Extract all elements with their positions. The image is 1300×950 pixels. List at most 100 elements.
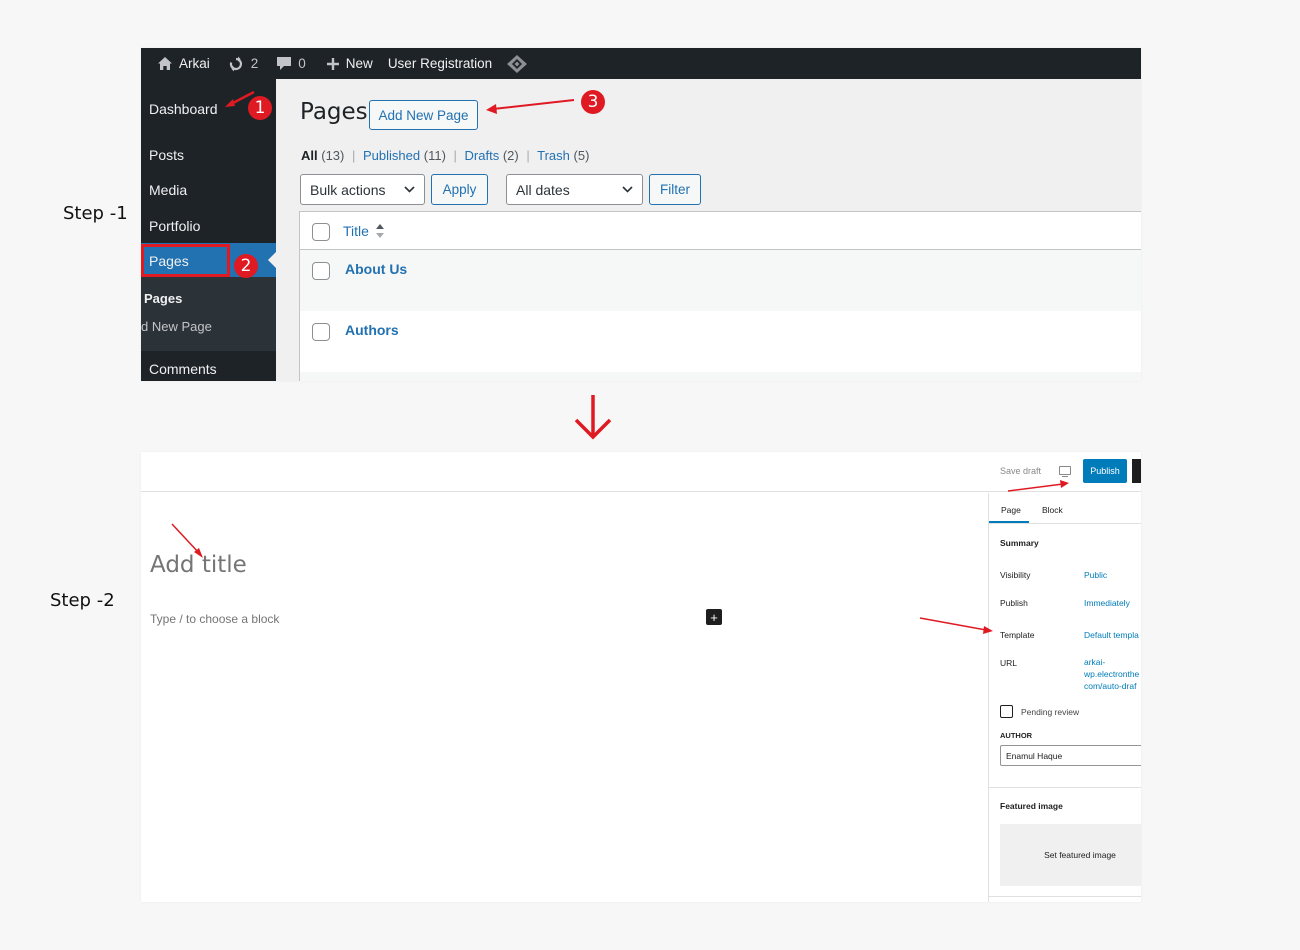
dates-value: All dates bbox=[516, 181, 570, 198]
site-name: Arkai bbox=[179, 56, 210, 71]
step-badge-2: 2 bbox=[234, 254, 258, 278]
filter-all[interactable]: All bbox=[301, 148, 318, 163]
filter-all-count: (13) bbox=[321, 148, 345, 163]
title-column-header[interactable]: Title bbox=[343, 223, 369, 239]
sidebar-item-media[interactable]: Media bbox=[149, 182, 187, 198]
author-label: AUTHOR bbox=[1000, 731, 1033, 740]
title-field[interactable]: Add title bbox=[150, 552, 247, 578]
filter-separator: | bbox=[526, 148, 530, 163]
summary-heading[interactable]: Summary bbox=[1000, 538, 1039, 548]
settings-toggle-button[interactable] bbox=[1132, 459, 1141, 483]
url-line: wp.electronthe bbox=[1084, 669, 1140, 679]
editor-toolbar: Save draft Publish bbox=[141, 452, 1141, 492]
filter-trash-count: (5) bbox=[573, 148, 590, 163]
tab-block[interactable]: Block bbox=[1042, 505, 1063, 515]
user-registration-link[interactable]: User Registration bbox=[388, 56, 492, 71]
set-featured-image-button[interactable]: Set featured image bbox=[1000, 824, 1141, 886]
admin-sidebar: Dashboard Posts Media Portfolio Pages Pa… bbox=[141, 79, 276, 381]
filter-published[interactable]: Published bbox=[363, 148, 420, 163]
admin-bar: Arkai 2 0 New User Registration bbox=[141, 48, 1141, 79]
step-1-screenshot: Arkai 2 0 New User Registration Dashboar… bbox=[141, 48, 1141, 381]
apply-button[interactable]: Apply bbox=[431, 174, 488, 205]
url-line: arkai- bbox=[1084, 657, 1106, 667]
pages-submenu: Pages d New Page bbox=[141, 277, 276, 351]
page-title: Pages bbox=[300, 99, 368, 125]
filter-separator: | bbox=[352, 148, 356, 163]
filter-button[interactable]: Filter bbox=[649, 174, 701, 205]
preview-icon[interactable] bbox=[1059, 466, 1071, 477]
bulk-actions-select[interactable]: Bulk actions bbox=[300, 174, 425, 205]
sidebar-item-portfolio[interactable]: Portfolio bbox=[149, 218, 200, 234]
submenu-item-add-new[interactable]: d New Page bbox=[141, 319, 212, 334]
table-row bbox=[300, 372, 1141, 381]
add-block-button[interactable]: + bbox=[706, 609, 722, 625]
diamond-icon bbox=[507, 54, 528, 73]
step-badge-1: 1 bbox=[248, 96, 272, 120]
filter-published-count: (11) bbox=[423, 148, 446, 163]
pages-table: Title About Us Authors bbox=[299, 211, 1141, 381]
step-1-label: Step -1 bbox=[63, 203, 128, 224]
pending-review-checkbox[interactable] bbox=[1000, 705, 1013, 718]
filter-separator: | bbox=[453, 148, 457, 163]
submenu-item-all-pages[interactable]: Pages bbox=[144, 291, 182, 306]
featured-image-heading[interactable]: Featured image bbox=[1000, 801, 1063, 811]
pages-highlight-box bbox=[141, 244, 230, 277]
site-name-link[interactable]: Arkai bbox=[157, 56, 210, 71]
updates-count: 2 bbox=[250, 56, 259, 71]
publish-button[interactable]: Publish bbox=[1083, 459, 1127, 483]
row-checkbox[interactable] bbox=[312, 262, 330, 280]
home-icon bbox=[158, 57, 172, 70]
panel-divider bbox=[989, 787, 1141, 788]
author-select[interactable]: Enamul Haque bbox=[1000, 745, 1141, 766]
comments-link[interactable]: 0 bbox=[276, 56, 306, 71]
active-tab-indicator bbox=[989, 521, 1029, 523]
chevron-down-icon bbox=[404, 186, 415, 193]
new-content-link[interactable]: New bbox=[326, 56, 373, 71]
panel-tabs: Page Block bbox=[989, 493, 1141, 524]
filter-trash[interactable]: Trash bbox=[537, 148, 570, 163]
select-all-checkbox[interactable] bbox=[312, 223, 330, 241]
row-checkbox[interactable] bbox=[312, 323, 330, 341]
step-2-label: Step -2 bbox=[50, 590, 115, 611]
settings-panel: Page Block Summary Visibility Public Pub… bbox=[988, 493, 1141, 902]
table-row: Authors bbox=[300, 311, 1141, 372]
user-registration-label: User Registration bbox=[387, 56, 493, 71]
visibility-value[interactable]: Public bbox=[1084, 570, 1107, 580]
comments-count: 0 bbox=[298, 56, 306, 71]
template-value[interactable]: Default templa bbox=[1084, 630, 1139, 640]
bulk-actions-value: Bulk actions bbox=[310, 181, 386, 198]
tab-page[interactable]: Page bbox=[1001, 505, 1021, 515]
sidebar-item-dashboard[interactable]: Dashboard bbox=[149, 101, 218, 117]
step-badge-3: 3 bbox=[581, 90, 605, 114]
dates-select[interactable]: All dates bbox=[506, 174, 643, 205]
publish-label: Publish bbox=[1000, 598, 1028, 608]
save-draft-button[interactable]: Save draft bbox=[1000, 466, 1041, 476]
sidebar-item-comments[interactable]: Comments bbox=[149, 361, 217, 377]
pending-review-label: Pending review bbox=[1021, 707, 1080, 717]
template-label: Template bbox=[1000, 630, 1035, 640]
updates-icon bbox=[229, 56, 242, 71]
author-value: Enamul Haque bbox=[1006, 750, 1063, 761]
current-menu-arrow bbox=[268, 252, 276, 268]
new-label: New bbox=[345, 56, 373, 71]
table-header: Title bbox=[300, 212, 1141, 250]
sidebar-item-posts[interactable]: Posts bbox=[149, 147, 184, 163]
url-value[interactable]: arkai- wp.electronthe com/auto-draf bbox=[1084, 656, 1139, 692]
status-filters: All (13) | Published (11) | Drafts (2) |… bbox=[301, 148, 589, 163]
add-new-page-button[interactable]: Add New Page bbox=[369, 100, 478, 130]
updates-link[interactable]: 2 bbox=[227, 56, 259, 72]
sort-icon[interactable] bbox=[375, 222, 385, 240]
block-placeholder[interactable]: Type / to choose a block bbox=[150, 612, 279, 626]
chevron-down-icon bbox=[622, 186, 633, 193]
editor-canvas: Add title Type / to choose a block + bbox=[141, 493, 988, 902]
url-label: URL bbox=[1000, 658, 1018, 668]
filter-drafts-count: (2) bbox=[502, 148, 519, 163]
row-title-link[interactable]: About Us bbox=[345, 261, 407, 277]
row-title-link[interactable]: Authors bbox=[345, 322, 399, 338]
table-row: About Us bbox=[300, 250, 1141, 311]
plus-icon bbox=[326, 57, 339, 70]
publish-value[interactable]: Immediately bbox=[1084, 598, 1130, 608]
diamond-menu[interactable] bbox=[506, 54, 528, 74]
step-2-screenshot: Save draft Publish Add title Type / to c… bbox=[141, 452, 1141, 902]
filter-drafts[interactable]: Drafts bbox=[465, 148, 500, 163]
